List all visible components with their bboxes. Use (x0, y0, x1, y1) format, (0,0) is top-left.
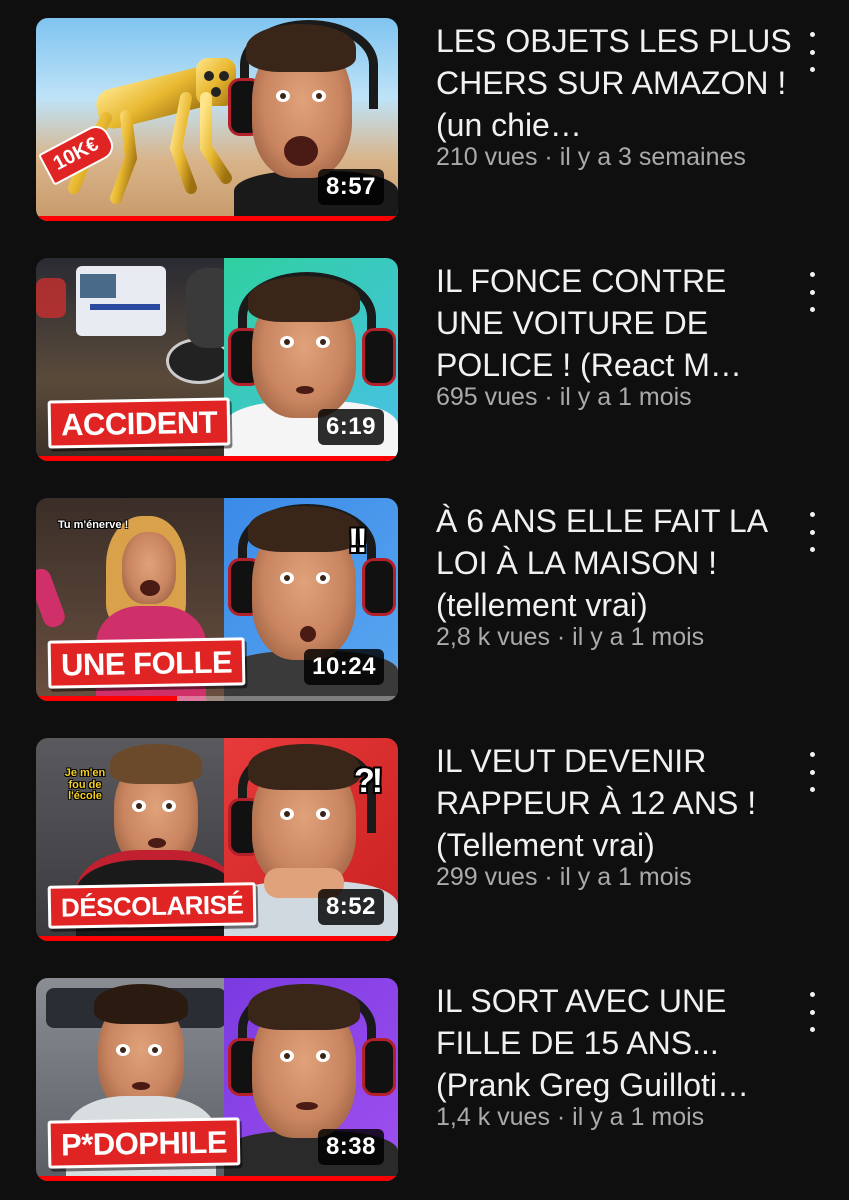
video-info[interactable]: LES OBJETS LES PLUS CHERS SUR AMAZON ! (… (436, 20, 796, 172)
video-title[interactable]: À 6 ANS ELLE FAIT LA LOI À LA MAISON ! (… (436, 500, 796, 626)
video-info[interactable]: IL VEUT DEVENIR RAPPEUR À 12 ANS ! (Tell… (436, 740, 796, 892)
view-count: 2,8 k vues (436, 623, 550, 651)
video-item[interactable]: Je m'en fou de l'école ?! DÉSCOLARISÉ 8:… (0, 738, 849, 943)
video-meta: 210 vues · il y a 3 semaines (436, 142, 796, 172)
watch-progress-bar (36, 1176, 398, 1181)
video-title[interactable]: IL VEUT DEVENIR RAPPEUR À 12 ANS ! (Tell… (436, 740, 796, 866)
thumbnail-tag: P*DOPHILE (47, 1117, 241, 1169)
video-meta: 2,8 k vues · il y a 1 mois (436, 622, 796, 652)
video-meta: 695 vues · il y a 1 mois (436, 382, 796, 412)
watch-progress-bar (36, 216, 398, 221)
meta-separator: · (537, 383, 560, 411)
watch-progress-bar (36, 936, 398, 941)
watch-progress-bar (36, 696, 178, 701)
video-duration: 8:52 (317, 889, 384, 925)
meta-separator: · (549, 623, 573, 651)
watch-progress-bar (36, 456, 398, 461)
view-count: 210 vues (436, 143, 538, 171)
video-meta: 299 vues · il y a 1 mois (436, 862, 796, 892)
upload-age: il y a 3 semaines (559, 143, 746, 171)
video-info[interactable]: IL SORT AVEC UNE FILLE DE 15 ANS... (Pra… (436, 980, 796, 1132)
thumbnail-caption: Je m'en fou de l'école (64, 767, 106, 803)
view-count: 299 vues (436, 863, 538, 891)
video-thumbnail[interactable]: P*DOPHILE 8:38 (36, 978, 398, 1181)
more-vertical-icon[interactable] (800, 512, 824, 552)
video-title[interactable]: IL FONCE CONTRE UNE VOITURE DE POLICE ! … (436, 260, 796, 386)
thumbnail-punct: !! (348, 522, 368, 560)
video-duration: 8:57 (317, 169, 384, 205)
view-count: 1,4 k vues (436, 1103, 550, 1131)
video-thumbnail[interactable]: ACCIDENT 6:19 (36, 258, 398, 461)
video-info[interactable]: IL FONCE CONTRE UNE VOITURE DE POLICE ! … (436, 260, 796, 412)
thumbnail-tag: DÉSCOLARISÉ (47, 882, 257, 929)
more-vertical-icon[interactable] (800, 32, 824, 72)
view-count: 695 vues (436, 383, 538, 411)
video-title[interactable]: LES OBJETS LES PLUS CHERS SUR AMAZON ! (… (436, 20, 796, 146)
thumbnail-tag: ACCIDENT (47, 397, 231, 449)
video-duration: 10:24 (304, 649, 384, 685)
video-info[interactable]: À 6 ANS ELLE FAIT LA LOI À LA MAISON ! (… (436, 500, 796, 652)
upload-age: il y a 1 mois (572, 1103, 705, 1131)
video-meta: 1,4 k vues · il y a 1 mois (436, 1102, 796, 1132)
meta-separator: · (549, 1103, 573, 1131)
video-title[interactable]: IL SORT AVEC UNE FILLE DE 15 ANS... (Pra… (436, 980, 796, 1106)
video-duration: 6:19 (317, 409, 384, 445)
meta-separator: · (537, 863, 560, 891)
more-vertical-icon[interactable] (800, 752, 824, 792)
thumbnail-tag: UNE FOLLE (47, 637, 246, 689)
video-item[interactable]: P*DOPHILE 8:38 IL SORT AVEC UNE FILLE DE… (0, 978, 849, 1183)
upload-age: il y a 1 mois (559, 863, 692, 891)
video-item[interactable]: ACCIDENT 6:19 IL FONCE CONTRE UNE VOITUR… (0, 258, 849, 463)
video-thumbnail[interactable]: Je m'en fou de l'école ?! DÉSCOLARISÉ 8:… (36, 738, 398, 941)
video-duration: 8:38 (317, 1129, 384, 1165)
upload-age: il y a 1 mois (559, 383, 692, 411)
meta-separator: · (537, 143, 560, 171)
more-vertical-icon[interactable] (800, 272, 824, 312)
video-item[interactable]: 10K€ 8:57 LES OBJETS LES PLUS CHERS SUR … (0, 18, 849, 223)
video-thumbnail[interactable]: Tu m'énerve ! !! UNE FOLLE 10:24 (36, 498, 398, 701)
thumbnail-caption: Tu m'énerve ! (58, 519, 129, 531)
video-thumbnail[interactable]: 10K€ 8:57 (36, 18, 398, 221)
video-item[interactable]: Tu m'énerve ! !! UNE FOLLE 10:24 À 6 ANS… (0, 498, 849, 703)
upload-age: il y a 1 mois (572, 623, 705, 651)
more-vertical-icon[interactable] (800, 992, 824, 1032)
thumbnail-punct: ?! (354, 762, 383, 800)
